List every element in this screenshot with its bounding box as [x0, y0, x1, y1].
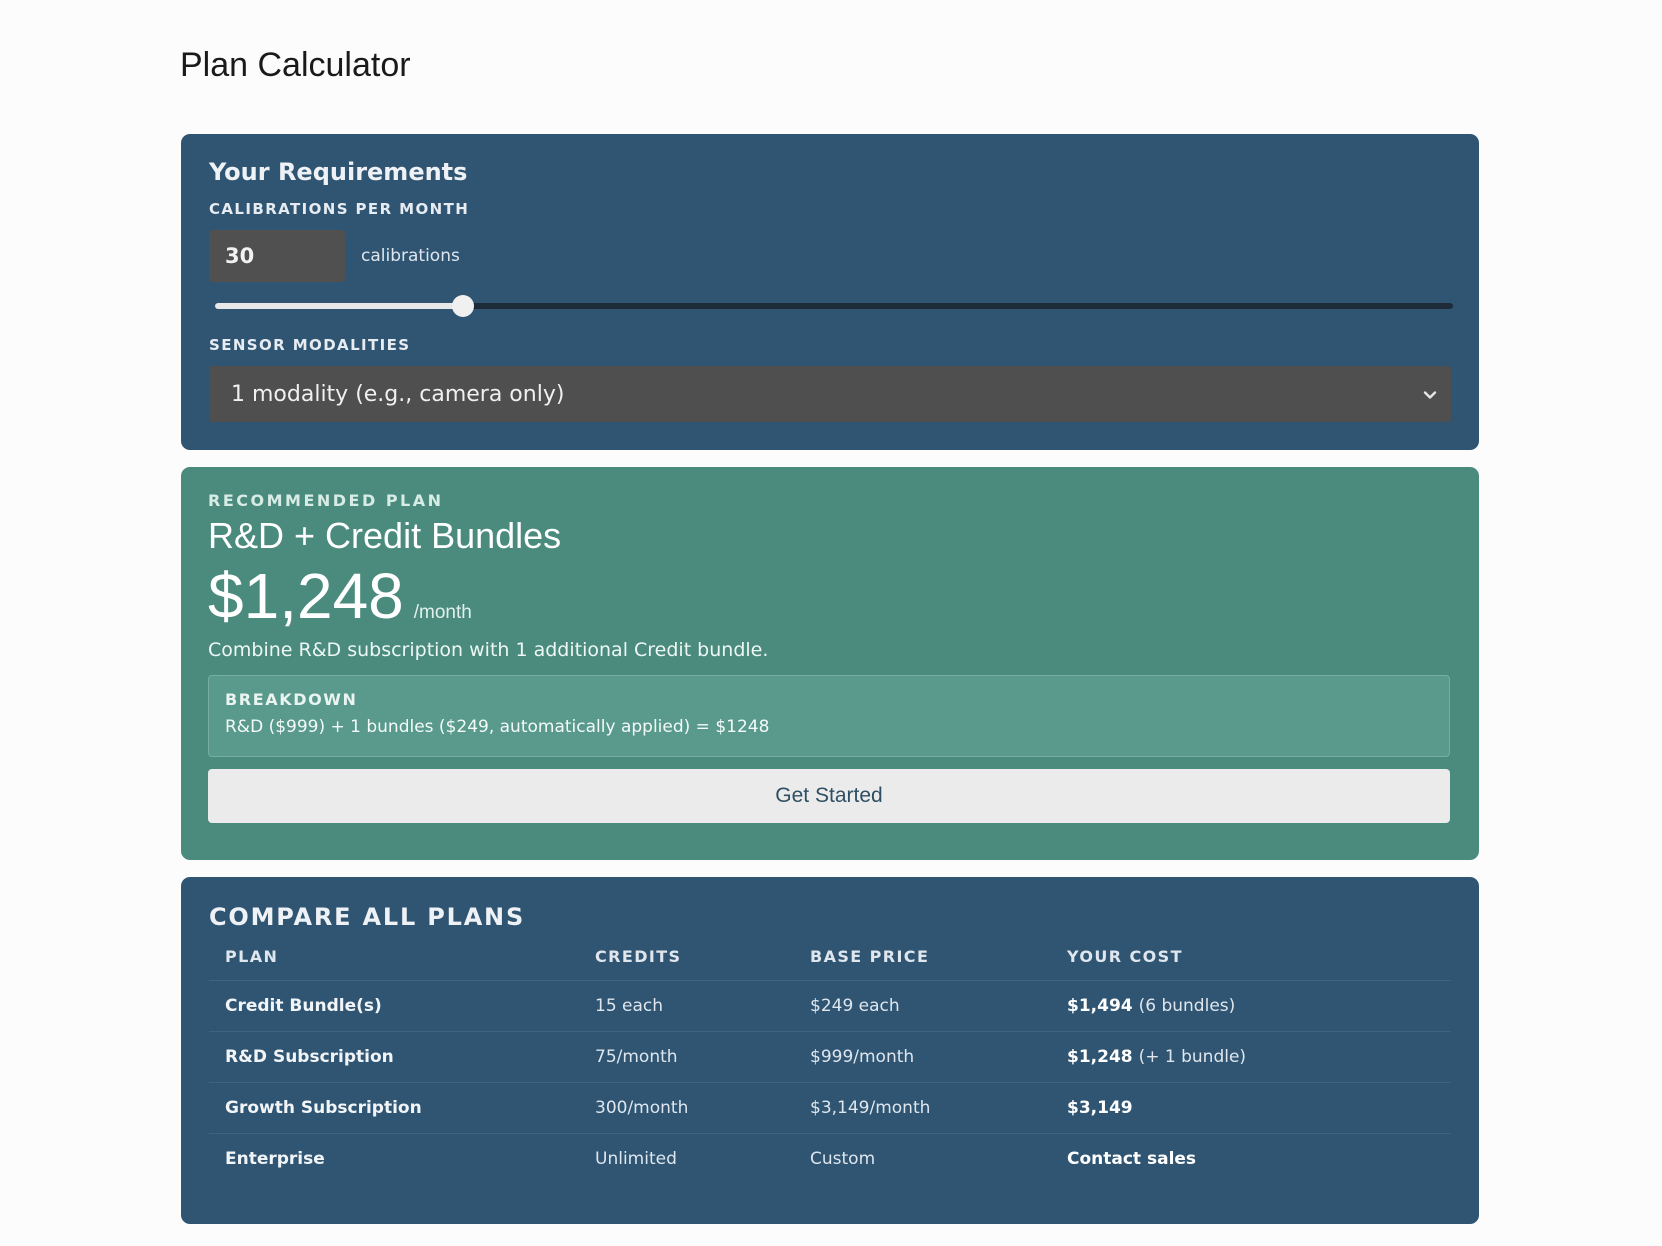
cost-value: Contact sales: [1067, 1149, 1197, 1169]
plan-cell: Growth Subscription: [209, 1082, 579, 1134]
column-header-base-price: BASE PRICE: [810, 947, 930, 966]
base-price-cell: $3,149/month: [794, 1082, 1051, 1134]
sensor-modalities-select[interactable]: 1 modality (e.g., camera only): [209, 366, 1451, 422]
compare-plans-table: PLAN CREDITS BASE PRICE YOUR COST Credit…: [209, 947, 1451, 1184]
cost-value: $3,149: [1067, 1098, 1133, 1118]
page: Plan Calculator Your Requirements CALIBR…: [0, 0, 1662, 1246]
calibrations-slider[interactable]: [215, 294, 1453, 318]
chevron-down-icon: [1423, 382, 1437, 407]
recommended-plan-name: R&D + Credit Bundles: [208, 515, 562, 556]
credits-cell: Unlimited: [579, 1133, 794, 1184]
cost-cell: $1,248 (+ 1 bundle): [1051, 1031, 1451, 1083]
table-row: R&D Subscription 75/month $999/month $1,…: [209, 1031, 1451, 1083]
plan-cell: Enterprise: [209, 1133, 579, 1184]
cost-note: (6 bundles): [1138, 996, 1236, 1016]
base-price-cell: $999/month: [794, 1031, 1051, 1083]
compare-plans-heading: COMPARE ALL PLANS: [209, 903, 526, 931]
breakdown-box: BREAKDOWN R&D ($999) + 1 bundles ($249, …: [208, 675, 1450, 757]
sensor-modalities-label: SENSOR MODALITIES: [209, 336, 411, 354]
cost-value: $1,494: [1067, 996, 1133, 1016]
cost-cell: $1,494 (6 bundles): [1051, 980, 1451, 1032]
calibrations-row: calibrations: [209, 230, 1451, 282]
calibrations-unit: calibrations: [361, 246, 460, 266]
calibrations-input[interactable]: [209, 230, 345, 282]
table-header-row: PLAN CREDITS BASE PRICE YOUR COST: [209, 947, 1451, 981]
column-header-credits: CREDITS: [595, 947, 682, 966]
credits-cell: 300/month: [579, 1082, 794, 1134]
requirements-heading: Your Requirements: [209, 158, 468, 186]
plan-description: Combine R&D subscription with 1 addition…: [208, 639, 769, 661]
sensor-modalities-value: 1 modality (e.g., camera only): [231, 381, 565, 407]
calibrations-label: CALIBRATIONS PER MONTH: [209, 200, 470, 218]
credits-cell: 75/month: [579, 1031, 794, 1083]
recommended-plan-card: RECOMMENDED PLAN R&D + Credit Bundles $1…: [181, 467, 1479, 860]
table-row: Enterprise Unlimited Custom Contact sale…: [209, 1133, 1451, 1184]
compare-plans-card: COMPARE ALL PLANS PLAN CREDITS BASE PRIC…: [181, 877, 1479, 1224]
plan-cell: Credit Bundle(s): [209, 980, 579, 1032]
requirements-card: Your Requirements CALIBRATIONS PER MONTH…: [181, 134, 1479, 450]
recommended-plan-kicker: RECOMMENDED PLAN: [208, 491, 444, 510]
column-header-your-cost: YOUR COST: [1067, 947, 1183, 966]
cost-cell: $3,149: [1051, 1082, 1451, 1134]
breakdown-label: BREAKDOWN: [225, 690, 358, 709]
slider-thumb[interactable]: [451, 295, 474, 317]
slider-track[interactable]: [215, 303, 1453, 309]
slider-fill: [215, 303, 463, 309]
price-period: /month: [413, 602, 472, 623]
table-row: Growth Subscription 300/month $3,149/mon…: [209, 1082, 1451, 1134]
get-started-button[interactable]: Get Started: [208, 769, 1450, 823]
table-row: Credit Bundle(s) 15 each $249 each $1,49…: [209, 980, 1451, 1032]
cost-cell: Contact sales: [1051, 1133, 1451, 1184]
breakdown-text: R&D ($999) + 1 bundles ($249, automatica…: [225, 717, 770, 737]
credits-cell: 15 each: [579, 980, 794, 1032]
column-header-plan: PLAN: [225, 947, 279, 966]
base-price-cell: $249 each: [794, 980, 1051, 1032]
base-price-cell: Custom: [794, 1133, 1051, 1184]
page-title: Plan Calculator: [180, 46, 411, 84]
cost-note: (+ 1 bundle): [1138, 1047, 1247, 1067]
price-row: $1,248 /month: [208, 559, 1452, 633]
plan-price: $1,248: [208, 560, 404, 632]
plan-cell: R&D Subscription: [209, 1031, 579, 1083]
cost-value: $1,248: [1067, 1047, 1133, 1067]
